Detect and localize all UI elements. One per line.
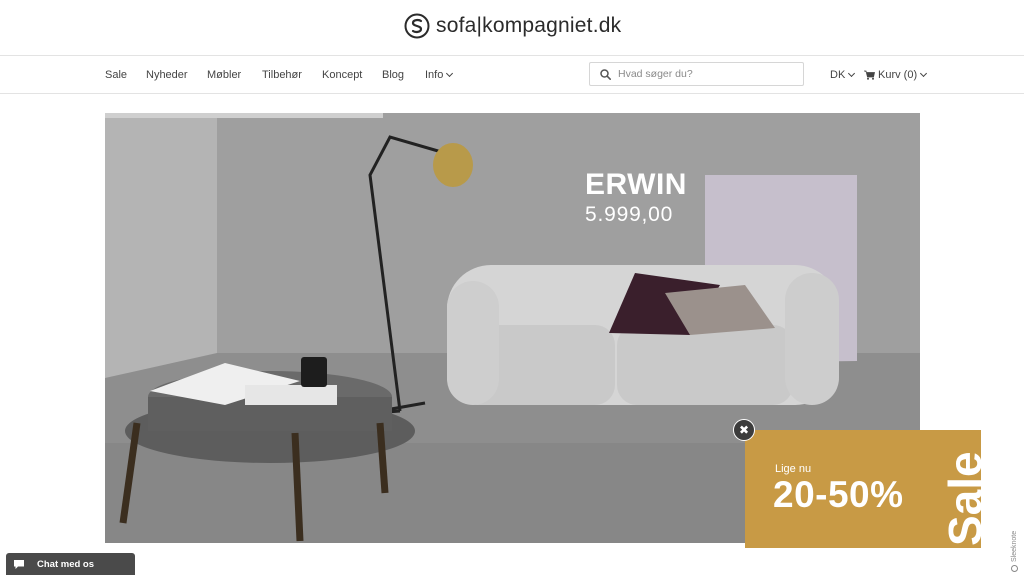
chevron-down-icon — [920, 69, 928, 77]
logo-bar: sofa|kompagniet.dk — [0, 0, 1024, 56]
s-circle-logo-icon — [404, 13, 430, 39]
sale-vertical-label: Sale — [939, 451, 991, 546]
nav-item-info[interactable]: Info — [425, 69, 454, 81]
close-icon[interactable]: ✖ — [733, 419, 755, 441]
chevron-down-icon — [848, 69, 856, 78]
nav-item-tilbehor[interactable]: Tilbehør — [262, 69, 302, 81]
sale-popup[interactable]: Lige nu 20-50% Sale — [745, 430, 991, 548]
hero-product-name: ERWIN — [585, 168, 687, 201]
nav-item-nyheder[interactable]: Nyheder — [146, 69, 188, 81]
sale-discount-text: 20-50% — [773, 474, 904, 515]
chat-widget-button[interactable]: Chat med os — [6, 553, 135, 575]
site-logo[interactable]: sofa|kompagniet.dk — [404, 13, 621, 39]
sleeknote-badge[interactable]: Sleeknote — [1008, 516, 1020, 572]
nav-item-koncept[interactable]: Koncept — [322, 69, 362, 81]
cart-button[interactable]: Kurv (0) — [864, 69, 928, 81]
brand-name: sofa|kompagniet.dk — [436, 14, 622, 37]
search-box[interactable] — [589, 62, 804, 86]
nav-item-mobler[interactable]: Møbler — [207, 69, 241, 81]
language-label: DK — [830, 69, 846, 81]
chevron-down-icon — [446, 69, 454, 78]
nav-item-blog[interactable]: Blog — [382, 69, 404, 81]
hero-product-price: 5.999,00 — [585, 203, 674, 226]
cart-label: Kurv (0) — [878, 69, 918, 81]
chat-label: Chat med os — [37, 558, 95, 570]
nav-item-sale[interactable]: Sale — [105, 69, 127, 81]
sleeknote-logo-icon — [1010, 565, 1018, 572]
main-nav: Sale Nyheder Møbler Tilbehør Koncept Blo… — [0, 57, 1024, 94]
search-icon — [600, 69, 611, 80]
cart-icon — [864, 70, 875, 80]
search-input[interactable] — [618, 66, 798, 82]
sleeknote-label: Sleeknote — [1010, 530, 1018, 562]
chat-bubble-icon — [14, 559, 24, 569]
language-selector[interactable]: DK — [830, 69, 856, 81]
nav-item-info-label: Info — [425, 69, 444, 81]
